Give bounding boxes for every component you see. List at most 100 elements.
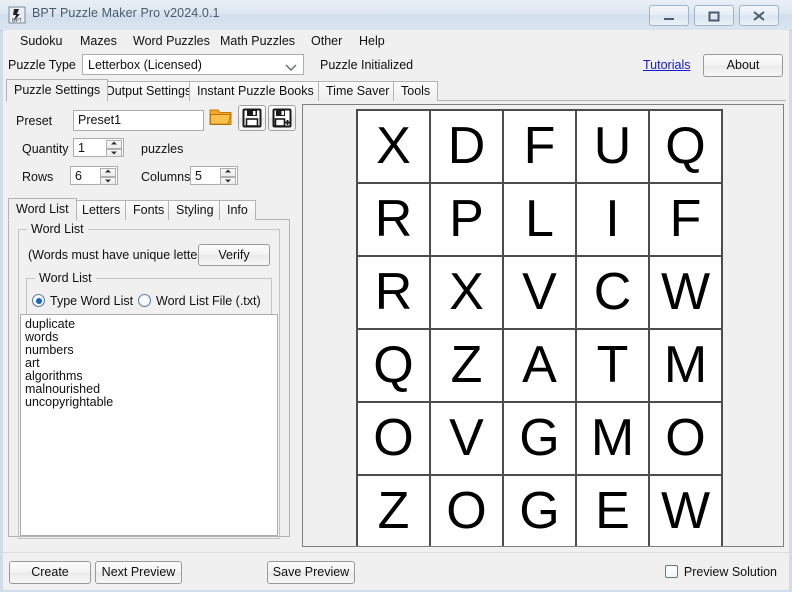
- quantity-spin-down[interactable]: [106, 149, 122, 158]
- unique-letters-hint: (Words must have unique letters): [28, 248, 212, 262]
- columns-value: 5: [195, 169, 202, 183]
- tab-time-saver[interactable]: Time Saver: [318, 81, 397, 101]
- word-list-inner-group-title: Word List: [35, 271, 96, 285]
- letterbox-grid-cell: M: [576, 402, 649, 475]
- open-preset-folder-icon[interactable]: [208, 105, 236, 131]
- letterbox-grid-cell: Z: [430, 329, 503, 402]
- rows-stepper[interactable]: 6: [70, 166, 118, 185]
- tab-fonts[interactable]: Fonts: [125, 200, 172, 220]
- letterbox-grid-cell: P: [430, 183, 503, 256]
- letterbox-grid-cell: F: [503, 111, 576, 183]
- letterbox-grid-row: RPLIF: [358, 183, 722, 256]
- rows-spin-buttons[interactable]: [100, 168, 116, 185]
- menu-item-mazes[interactable]: Mazes: [73, 32, 124, 50]
- letterbox-grid-cell: R: [358, 256, 430, 329]
- tab-letters[interactable]: Letters: [74, 200, 128, 220]
- letterbox-grid-cell: U: [576, 111, 649, 183]
- columns-spin-buttons[interactable]: [220, 168, 236, 185]
- window-title: BPT Puzzle Maker Pro v2024.0.1: [32, 6, 220, 20]
- verify-button[interactable]: Verify: [198, 244, 270, 266]
- preset-input[interactable]: Preset1: [73, 110, 204, 131]
- puzzle-type-dropdown[interactable]: Letterbox (Licensed): [82, 54, 304, 75]
- columns-spin-down[interactable]: [220, 177, 236, 186]
- letterbox-grid-cell: C: [576, 256, 649, 329]
- save-preview-button[interactable]: Save Preview: [267, 561, 355, 584]
- letterbox-grid-cell: R: [358, 183, 430, 256]
- letterbox-grid-cell: D: [430, 111, 503, 183]
- letterbox-grid-cell: X: [430, 256, 503, 329]
- tab-styling[interactable]: Styling: [168, 200, 222, 220]
- radio-type-word-list[interactable]: Type Word List: [32, 294, 133, 308]
- letterbox-grid-cell: W: [649, 256, 722, 329]
- letterbox-grid-row: RXVCW: [358, 256, 722, 329]
- quantity-stepper[interactable]: 1: [73, 138, 124, 157]
- status-text: Puzzle Initialized: [320, 58, 413, 72]
- tab-instant-puzzle-books[interactable]: Instant Puzzle Books: [189, 81, 322, 101]
- tab-puzzle-settings[interactable]: Puzzle Settings: [6, 79, 108, 102]
- chevron-down-icon: [285, 60, 297, 78]
- preview-solution-checkbox-box: [665, 565, 678, 578]
- application-window: BPT BPT Puzzle Maker Pro v2024.0.1 Sudok…: [0, 0, 792, 592]
- word-list-line: duplicate: [25, 318, 277, 331]
- tab-tools[interactable]: Tools: [393, 81, 438, 101]
- columns-stepper[interactable]: 5: [190, 166, 238, 185]
- menu-item-help[interactable]: Help: [352, 32, 392, 50]
- letterbox-grid-cell: F: [649, 183, 722, 256]
- letterbox-grid: XDFUQRPLIFRXVCWQZATMOVGMOZOGEW: [356, 109, 723, 546]
- tab-output-settings[interactable]: Output Settings: [97, 81, 199, 101]
- menu-item-other[interactable]: Other: [304, 32, 349, 50]
- about-button[interactable]: About: [703, 54, 783, 77]
- tutorials-link[interactable]: Tutorials: [643, 58, 690, 72]
- puzzle-type-value: Letterbox (Licensed): [88, 58, 202, 72]
- menu-item-sudoku[interactable]: Sudoku: [13, 32, 69, 50]
- preview-solution-checkbox[interactable]: Preview Solution: [665, 565, 777, 579]
- word-list-line: numbers: [25, 344, 277, 357]
- close-button[interactable]: [739, 5, 779, 26]
- tab-word-list[interactable]: Word List: [8, 198, 77, 221]
- inner-tab-strip: Word List Letters Fonts Styling Info: [8, 198, 290, 220]
- app-icon: BPT: [8, 6, 26, 24]
- quantity-label: Quantity: [22, 142, 69, 156]
- rows-spin-down[interactable]: [100, 177, 116, 186]
- radio-type-word-list-label: Type Word List: [50, 294, 133, 308]
- letterbox-grid-cell: O: [430, 475, 503, 546]
- letterbox-grid-cell: G: [503, 402, 576, 475]
- letterbox-grid-cell: O: [649, 402, 722, 475]
- puzzle-preview-canvas: XDFUQRPLIFRXVCWQZATMOVGMOZOGEW: [303, 105, 783, 546]
- letterbox-grid-cell: Q: [358, 329, 430, 402]
- save-preset-as-button[interactable]: [268, 105, 296, 131]
- word-list-textarea[interactable]: duplicate words numbers art algorithms m…: [20, 314, 278, 536]
- letterbox-grid-cell: A: [503, 329, 576, 402]
- word-list-line: uncopyrightable: [25, 396, 277, 409]
- puzzle-preview-panel[interactable]: XDFUQRPLIFRXVCWQZATMOVGMOZOGEW: [302, 104, 784, 547]
- radio-word-list-file-dot: [138, 294, 151, 307]
- letterbox-grid-table: XDFUQRPLIFRXVCWQZATMOVGMOZOGEW: [358, 111, 723, 546]
- rows-value: 6: [75, 169, 82, 183]
- next-preview-button[interactable]: Next Preview: [95, 561, 182, 584]
- create-button[interactable]: Create: [9, 561, 91, 584]
- letterbox-grid-cell: Z: [358, 475, 430, 546]
- columns-spin-up[interactable]: [220, 168, 236, 177]
- quantity-spin-up[interactable]: [106, 140, 122, 149]
- letterbox-grid-cell: L: [503, 183, 576, 256]
- letterbox-grid-cell: V: [503, 256, 576, 329]
- main-tab-strip: Puzzle Settings Output Settings Instant …: [6, 79, 786, 101]
- puzzle-type-label: Puzzle Type: [8, 58, 76, 72]
- rows-spin-up[interactable]: [100, 168, 116, 177]
- bottom-action-bar: Create Next Preview Save Preview Preview…: [3, 552, 789, 590]
- minimize-button[interactable]: [649, 5, 689, 26]
- letterbox-grid-cell: W: [649, 475, 722, 546]
- radio-type-word-list-dot: [32, 294, 45, 307]
- save-preset-button[interactable]: [238, 105, 266, 131]
- tab-info[interactable]: Info: [219, 200, 256, 220]
- columns-label: Columns: [141, 170, 190, 184]
- quantity-spin-buttons[interactable]: [106, 140, 122, 157]
- letterbox-grid-row: OVGMO: [358, 402, 722, 475]
- word-list-outer-group-title: Word List: [27, 222, 88, 236]
- menu-item-word-puzzles[interactable]: Word Puzzles: [126, 32, 217, 50]
- preview-solution-label: Preview Solution: [684, 565, 777, 579]
- radio-word-list-file[interactable]: Word List File (.txt): [138, 294, 261, 308]
- menu-item-math-puzzles[interactable]: Math Puzzles: [213, 32, 302, 50]
- letterbox-grid-row: QZATM: [358, 329, 722, 402]
- maximize-button[interactable]: [694, 5, 734, 26]
